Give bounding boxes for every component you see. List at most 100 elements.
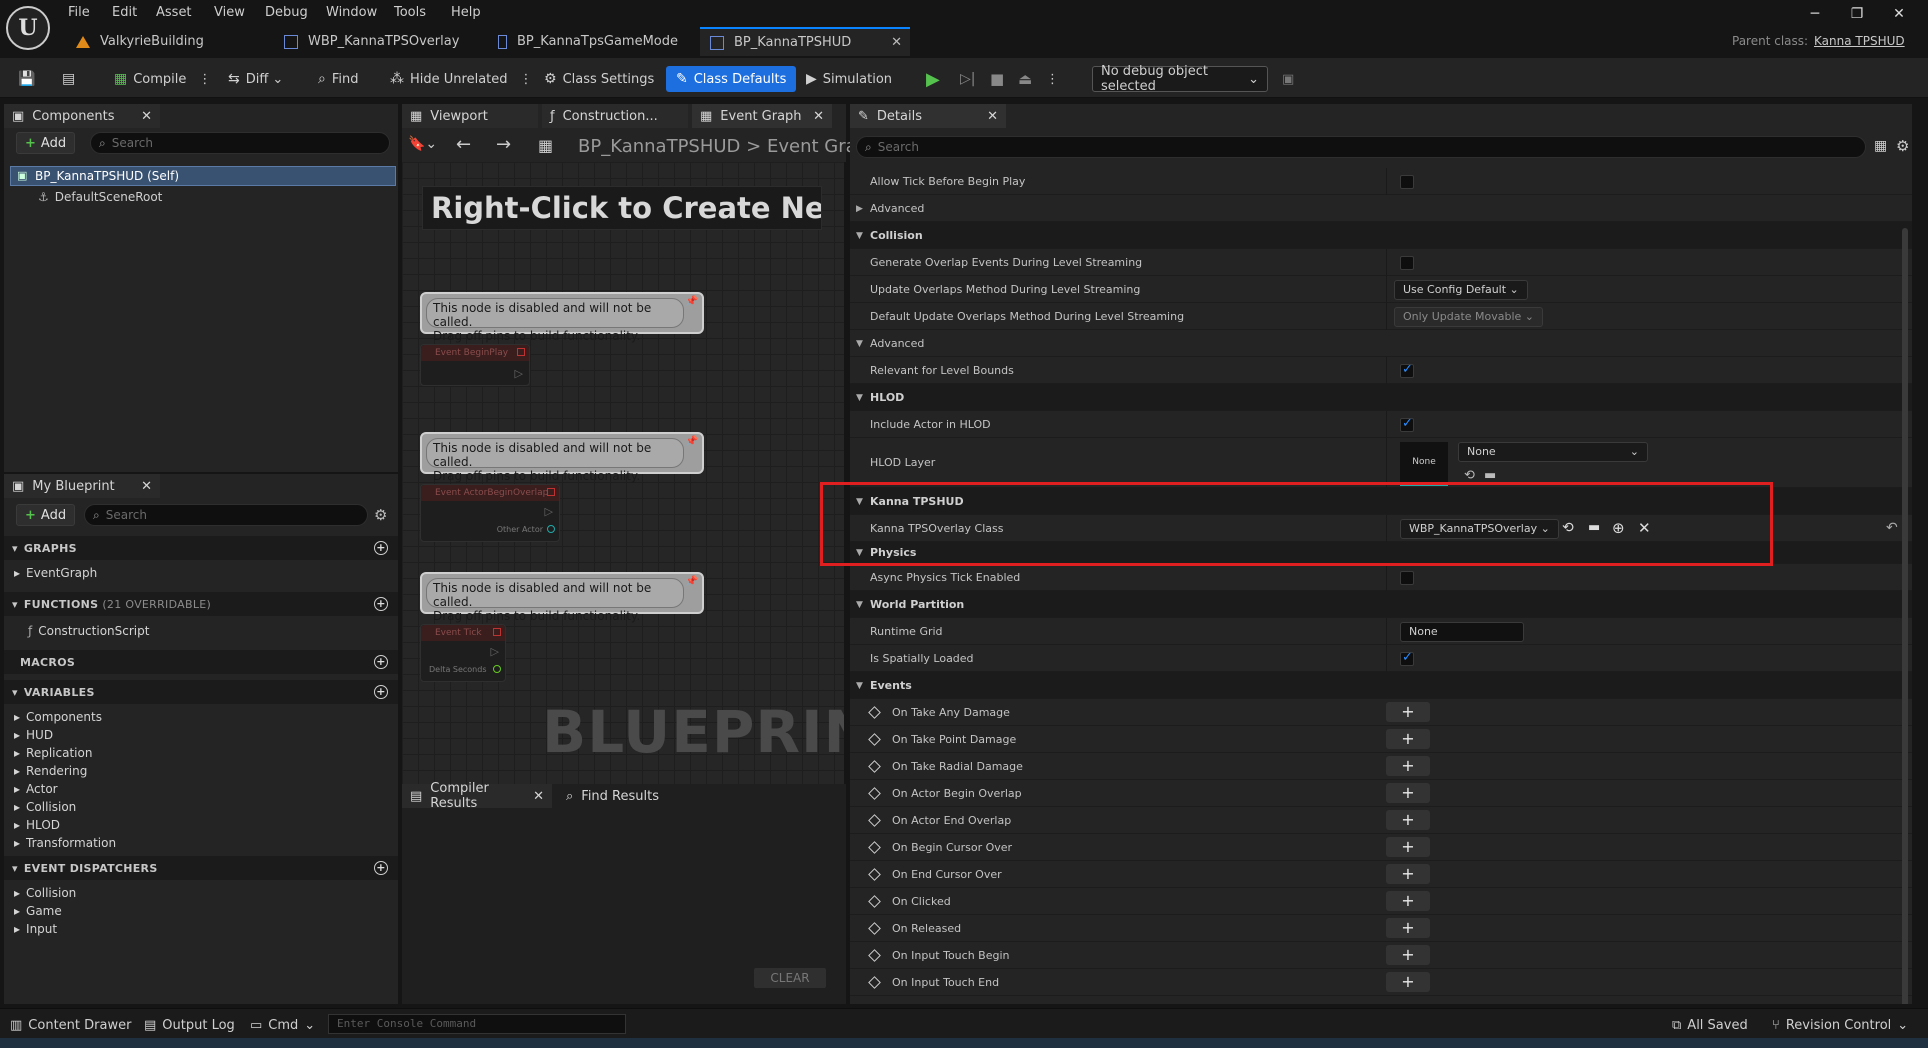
tab-find-results[interactable]: ⌕ Find Results [558, 784, 678, 808]
menu-tools[interactable]: Tools [394, 2, 426, 22]
diff-button[interactable]: ⇆ Diff ⌄ [222, 66, 289, 92]
tab-gamemode[interactable]: BP_KannaTpsGameMode [488, 27, 688, 56]
class-defaults-button[interactable]: ✎ Class Defaults [666, 66, 797, 92]
menu-help[interactable]: Help [451, 2, 481, 22]
event-actor-begin-overlap-node[interactable]: Event ActorBeginOverlap ▷ Other Actor [420, 484, 560, 542]
parent-class-link[interactable]: Kanna TPSHUD [1814, 34, 1905, 48]
more-icon[interactable]: ⋮ [198, 72, 211, 87]
browse-folder-icon[interactable]: ▬ [1484, 468, 1496, 483]
variable-category-transformation[interactable]: ▸ Transformation [4, 834, 116, 852]
gear-icon[interactable]: ⚙ [374, 506, 387, 524]
variable-category-hlod[interactable]: ▸ HLOD [4, 816, 60, 834]
breadcrumb-root[interactable]: BP_KannaTPSHUD [578, 136, 740, 157]
details-scrollbar[interactable] [1902, 228, 1908, 1004]
tab-details[interactable]: ✎ Details ✕ [850, 104, 1006, 128]
revision-control-button[interactable]: ⑂ Revision Control ⌄ [1772, 1015, 1908, 1035]
components-search-input[interactable]: ⌕ Search [90, 132, 390, 154]
tab-valkyrie-building[interactable]: ValkyrieBuilding [66, 27, 266, 56]
clear-button[interactable]: CLEAR [754, 968, 826, 988]
pin-icon[interactable]: 📌 [686, 576, 698, 587]
menu-edit[interactable]: Edit [112, 2, 137, 22]
tab-hud[interactable]: BP_KannaTPSHUD ✕ [700, 27, 910, 56]
eject-icon[interactable]: ⏏ [1012, 66, 1038, 92]
minimize-icon[interactable]: ─ [1795, 6, 1835, 26]
add-event-button[interactable]: + [1386, 783, 1430, 803]
add-member-button[interactable]: + Add [16, 504, 76, 526]
compile-button[interactable]: ▦ Compile ⋮ [108, 66, 217, 92]
variable-category-actor[interactable]: ▸ Actor [4, 780, 58, 798]
function-item-construction-script[interactable]: ƒ ConstructionScript [18, 622, 149, 640]
more-icon[interactable]: ⋮ [520, 72, 533, 87]
category-events[interactable]: ▼ Events [850, 672, 1912, 699]
event-graph-canvas[interactable]: Right-Click to Create New Nod This node … [402, 162, 844, 802]
add-dispatcher-icon[interactable]: + [374, 861, 388, 875]
tab-event-graph[interactable]: ▦ Event Graph ✕ [692, 104, 832, 128]
category-collision[interactable]: ▼ Collision [850, 222, 1912, 249]
debug-object-select[interactable]: No debug object selected ⌄ [1092, 64, 1268, 94]
add-component-button[interactable]: + Add [16, 132, 76, 154]
close-tab-icon[interactable]: ✕ [987, 109, 998, 124]
back-arrow-icon[interactable]: ← [456, 134, 471, 155]
runtime-grid-input[interactable]: None [1400, 622, 1524, 642]
add-function-icon[interactable]: + [374, 597, 388, 611]
exec-pin-icon[interactable]: ▷ [515, 367, 523, 380]
event-tick-node[interactable]: Event Tick ▷ Delta Seconds [420, 624, 506, 682]
category-hlod[interactable]: ▼ HLOD [850, 384, 1912, 411]
component-default-scene-root[interactable]: ⚓ DefaultSceneRoot [38, 190, 162, 204]
unreal-logo-icon[interactable]: U [6, 6, 50, 50]
debug-filter-icon[interactable]: ▣ [1276, 66, 1300, 92]
tab-compiler-results[interactable]: ▤ Compiler Results ✕ [402, 781, 552, 811]
reset-to-default-icon[interactable]: ↶ [1886, 520, 1898, 536]
add-event-button[interactable]: + [1386, 756, 1430, 776]
spatially-loaded-checkbox[interactable] [1400, 650, 1414, 666]
tab-construction[interactable]: ƒ Construction... [542, 104, 688, 128]
component-self-row[interactable]: ▣ BP_KannaTPSHUD (Self) [10, 166, 396, 186]
hlod-layer-dropdown[interactable]: None ⌄ [1458, 442, 1648, 462]
dispatcher-category-game[interactable]: ▸ Game [4, 902, 62, 920]
graphs-section-header[interactable]: ▾ GRAPHS + [4, 536, 398, 560]
include-hlod-checkbox[interactable] [1400, 416, 1414, 432]
property-matrix-icon[interactable]: ▦ [1874, 138, 1887, 154]
functions-section-header[interactable]: ▾ FUNCTIONS (21 OVERRIDABLE) + [4, 592, 398, 616]
variable-category-hud[interactable]: ▸ HUD [4, 726, 53, 744]
add-event-button[interactable]: + [1386, 972, 1430, 992]
async-physics-checkbox[interactable] [1400, 571, 1414, 585]
update-overlaps-dropdown[interactable]: Use Config Default ⌄ [1394, 280, 1528, 300]
menu-file[interactable]: File [68, 2, 90, 22]
tab-wbp-overlay[interactable]: WBP_KannaTPSOverlay [274, 27, 474, 56]
add-event-button[interactable]: + [1386, 837, 1430, 857]
hlod-layer-thumbnail[interactable]: None [1400, 442, 1448, 486]
add-event-button[interactable]: + [1386, 729, 1430, 749]
dispatcher-category-collision[interactable]: ▸ Collision [4, 884, 76, 902]
use-selected-icon[interactable]: ⟲ [1464, 468, 1475, 483]
event-begin-play-node[interactable]: Event BeginPlay ▷ [420, 344, 530, 386]
details-search-input[interactable]: ⌕ Search [856, 136, 1866, 158]
close-tab-icon[interactable]: ✕ [533, 789, 544, 804]
disabled-node-comment[interactable]: This node is disabled and will not be ca… [420, 432, 704, 483]
delegate-pin-icon[interactable] [493, 628, 501, 636]
pin-icon[interactable]: 📌 [686, 296, 698, 307]
close-tab-icon[interactable]: ✕ [813, 109, 824, 124]
find-button[interactable]: ⌕ Find [312, 66, 364, 92]
step-icon[interactable]: ▷| [954, 66, 981, 92]
object-pin-icon[interactable] [547, 525, 555, 533]
variable-category-replication[interactable]: ▸ Replication [4, 744, 92, 762]
add-event-button[interactable]: + [1386, 810, 1430, 830]
cmd-dropdown[interactable]: ▭ Cmd ⌄ [250, 1015, 315, 1035]
menu-window[interactable]: Window [326, 2, 377, 22]
restore-icon[interactable]: ❐ [1837, 6, 1877, 26]
variable-category-rendering[interactable]: ▸ Rendering [4, 762, 87, 780]
tab-components[interactable]: ▣ Components ✕ [4, 104, 160, 128]
add-event-button[interactable]: + [1386, 891, 1430, 911]
macros-section-header[interactable]: MACROS + [4, 650, 398, 674]
default-update-overlaps-dropdown[interactable]: Only Update Movable ⌄ [1394, 307, 1544, 327]
delegate-pin-icon[interactable] [517, 348, 525, 356]
add-graph-icon[interactable]: + [374, 541, 388, 555]
event-dispatchers-section-header[interactable]: ▾ EVENT DISPATCHERS + [4, 856, 398, 880]
close-window-icon[interactable]: ✕ [1879, 6, 1919, 26]
menu-asset[interactable]: Asset [156, 2, 192, 22]
forward-arrow-icon[interactable]: → [496, 134, 511, 155]
menu-debug[interactable]: Debug [265, 2, 308, 22]
graph-item-eventgraph[interactable]: ▸ EventGraph [4, 564, 97, 582]
row-advanced[interactable]: ▶ Advanced [850, 195, 1912, 222]
